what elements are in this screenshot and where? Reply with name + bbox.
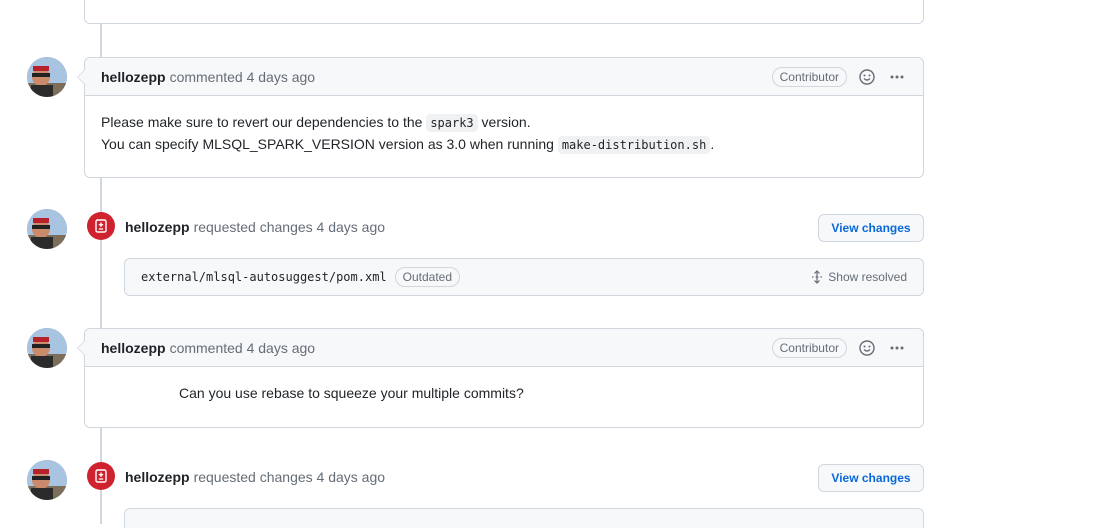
avatar[interactable]: [27, 209, 67, 249]
kebab-horizontal-icon[interactable]: [887, 338, 907, 358]
comment-text: .: [710, 136, 715, 152]
comment-text: Can you use rebase to squeeze your multi…: [179, 385, 524, 401]
inline-code: make-distribution.sh: [557, 136, 711, 154]
comment-line: Please make sure to revert our dependenc…: [101, 112, 907, 134]
comment-timestamp[interactable]: commented 4 days ago: [170, 340, 316, 356]
comment-header: hellozepp commented 4 days ago Contribut…: [85, 329, 923, 367]
view-changes-button[interactable]: View changes: [818, 214, 924, 242]
file-path[interactable]: external/mlsql-autosuggest/pom.xml: [141, 270, 387, 284]
comment-timestamp[interactable]: commented 4 days ago: [170, 69, 316, 85]
avatar[interactable]: [27, 57, 67, 97]
smiley-icon[interactable]: [857, 67, 877, 87]
comment-box: hellozepp commented 4 days ago Contribut…: [77, 57, 924, 178]
show-resolved-button[interactable]: Show resolved: [810, 270, 907, 284]
contributor-badge: Contributor: [771, 66, 847, 87]
comment-text: version.: [477, 114, 531, 130]
comment-author[interactable]: hellozepp: [101, 69, 166, 85]
comment-author[interactable]: hellozepp: [101, 340, 166, 356]
review-action[interactable]: requested changes 4 days ago: [194, 219, 385, 235]
avatar[interactable]: [27, 460, 67, 500]
show-resolved-label: Show resolved: [828, 270, 907, 284]
smiley-icon[interactable]: [857, 338, 877, 358]
avatar[interactable]: [27, 328, 67, 368]
previous-comment-box: [84, 0, 924, 24]
comment-body: Please make sure to revert our dependenc…: [85, 96, 923, 156]
inline-code: spark3: [426, 114, 478, 132]
review-file-summary: [124, 508, 924, 528]
kebab-horizontal-icon[interactable]: [887, 67, 907, 87]
contributor-badge: Contributor: [771, 337, 847, 358]
review-author[interactable]: hellozepp: [125, 469, 190, 485]
outdated-badge: Outdated: [394, 267, 461, 287]
comment-body: Can you use rebase to squeeze your multi…: [85, 367, 923, 404]
review-action[interactable]: requested changes 4 days ago: [194, 469, 385, 485]
comment-box: hellozepp commented 4 days ago Contribut…: [77, 328, 924, 428]
comment-header: hellozepp commented 4 days ago Contribut…: [85, 58, 923, 96]
review-event: hellozepp requested changes 4 days ago: [125, 469, 385, 485]
file-diff-icon: [87, 462, 115, 490]
review-file-summary: external/mlsql-autosuggest/pom.xml Outda…: [124, 258, 924, 296]
view-changes-button[interactable]: View changes: [818, 464, 924, 492]
review-author[interactable]: hellozepp: [125, 219, 190, 235]
comment-text: Please make sure to revert our dependenc…: [101, 114, 427, 130]
comment-text: You can specify MLSQL_SPARK_VERSION vers…: [101, 136, 558, 152]
unfold-icon: [812, 270, 823, 284]
review-event: hellozepp requested changes 4 days ago: [125, 219, 385, 235]
file-diff-icon: [87, 212, 115, 240]
comment-line: You can specify MLSQL_SPARK_VERSION vers…: [101, 134, 907, 156]
